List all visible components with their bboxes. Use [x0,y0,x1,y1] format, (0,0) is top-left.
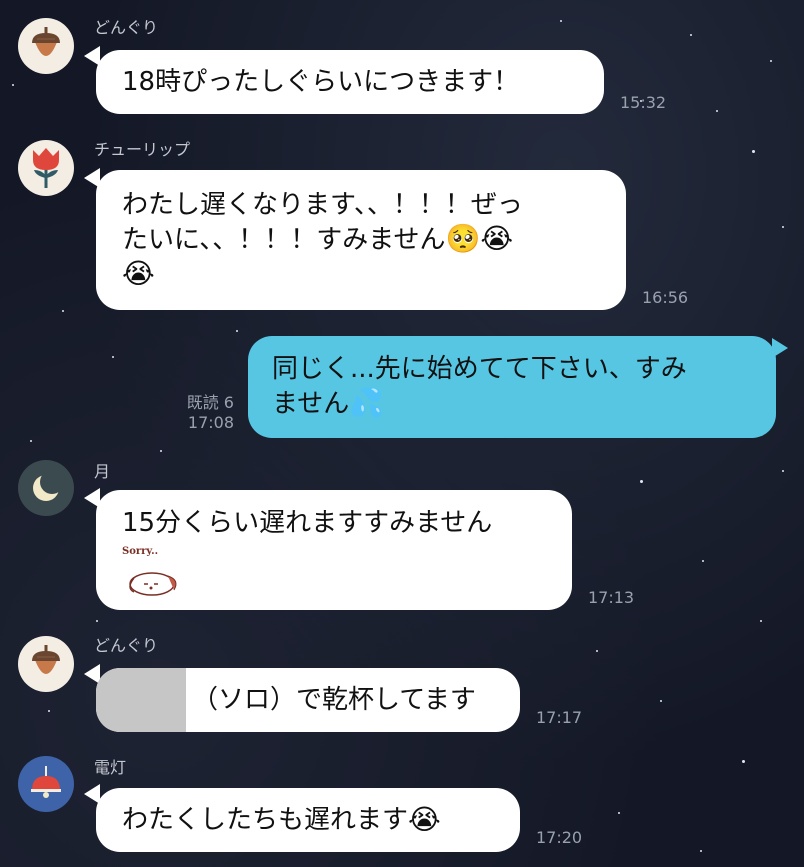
message-text-line: 😭 [122,257,600,292]
avatar[interactable] [18,460,74,516]
sender-name: どんぐり [94,636,159,655]
acorn-icon [32,27,60,56]
message-text: わたくしたちも遅れます [122,805,409,835]
sweat-droplets-icon: 💦 [349,386,385,419]
message-text-line: 同じく...先に始めてて下さい、すみ [272,354,687,384]
moon-icon [33,471,63,501]
crying-face-icon: 😭 [122,257,155,290]
message-time: 17:08 [187,413,234,432]
message-time: 17:13 [588,588,635,607]
sorry-sticker-icon: Sorry.. [122,546,182,600]
acorn-icon [32,645,60,674]
message-bubble[interactable]: わたし遅くなります、、！！！ぜっ たいに、、！！！すみません🥺😭 😭 [96,170,626,310]
redacted-image [96,668,186,732]
read-receipt: 既読 6 [186,393,234,412]
sender-name: チューリップ [94,140,191,159]
avatar[interactable] [18,636,74,692]
avatar[interactable] [18,18,74,74]
sender-name: どんぐり [94,18,159,37]
message-bubble[interactable]: わたくしたちも遅れます 😭 [96,788,520,852]
message-bubble[interactable]: 18時ぴったしぐらいにつきます！ [96,50,604,114]
crying-face-icon: 😭 [408,803,441,836]
message-time: 17:17 [536,708,583,727]
message-bubble-outgoing[interactable]: 同じく...先に始めてて下さい、すみ ません💦 [248,336,776,438]
message-text: （ソロ）で乾杯してます [192,685,476,715]
sender-name: 月 [94,462,111,481]
crying-face-icon: 😭 [480,222,514,255]
lamp-icon [31,766,61,798]
message-text-line: たいに、、！！！すみません🥺😭 [122,222,514,255]
message-text: 18時ぴったしぐらいにつきます！ [122,67,520,97]
message-text-line: ません💦 [272,386,385,419]
avatar[interactable] [18,140,74,196]
message-bubble[interactable]: 15分くらい遅れますすみません Sorry.. [96,490,572,610]
avatar[interactable] [18,756,74,812]
message-text: 15分くらい遅れますすみません [122,508,493,538]
message-bubble[interactable]: （ソロ）で乾杯してます [96,668,520,732]
message-time: 16:56 [642,288,689,307]
message-time: 17:20 [536,828,583,847]
message-text-line: わたし遅くなります、、！！！ぜっ [122,190,523,220]
message-time: 15:32 [620,93,667,112]
sender-name: 電灯 [94,758,127,777]
tulip-icon [33,148,59,188]
pleading-face-icon: 🥺 [445,222,481,255]
